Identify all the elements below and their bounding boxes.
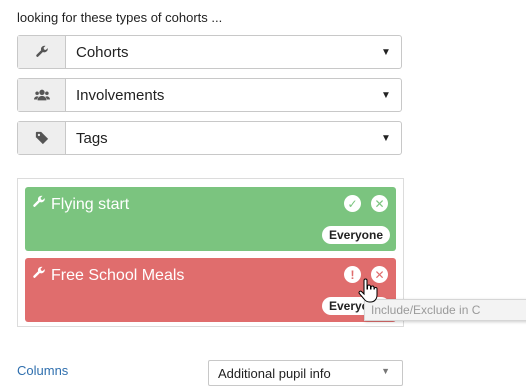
wrench-icon bbox=[18, 36, 66, 68]
wrench-icon bbox=[32, 195, 46, 214]
everyone-badge[interactable]: Everyone bbox=[321, 226, 390, 244]
check-icon[interactable]: ✓ bbox=[344, 195, 361, 212]
cohort-name: Flying start bbox=[51, 195, 130, 213]
select-label: Cohorts bbox=[76, 43, 129, 61]
caret-down-icon: ▼ bbox=[381, 89, 391, 101]
columns-label: Columns bbox=[17, 363, 69, 378]
select-label: Tags bbox=[76, 129, 108, 147]
cohort-title: Flying start bbox=[32, 195, 129, 214]
cohorts-select[interactable]: Cohorts ▼ bbox=[17, 35, 402, 69]
involvements-select[interactable]: Involvements ▼ bbox=[17, 78, 402, 112]
caret-down-icon: ▼ bbox=[381, 132, 391, 144]
caret-down-icon: ▼ bbox=[381, 366, 390, 376]
tag-icon bbox=[18, 122, 66, 154]
cohort-card-free-school-meals: Free School Meals ! ✕ Everyone bbox=[25, 258, 396, 322]
hand-cursor-icon bbox=[358, 278, 378, 303]
close-icon[interactable]: ✕ bbox=[371, 195, 388, 212]
select-label: Involvements bbox=[76, 86, 165, 104]
users-icon bbox=[18, 79, 66, 111]
cohort-card-flying-start: Flying start ✓ ✕ Everyone bbox=[25, 187, 396, 251]
selected-cohorts-panel: Flying start ✓ ✕ Everyone Free School Me… bbox=[17, 178, 404, 327]
cohort-name: Free School Meals bbox=[51, 266, 185, 284]
caret-down-icon: ▼ bbox=[381, 46, 391, 58]
tags-select[interactable]: Tags ▼ bbox=[17, 121, 402, 155]
wrench-icon bbox=[32, 266, 46, 285]
tooltip: Include/Exclude in C bbox=[364, 299, 526, 321]
section-heading: looking for these types of cohorts ... bbox=[17, 10, 223, 25]
columns-selected-value: Additional pupil info bbox=[218, 365, 331, 381]
cohort-title: Free School Meals bbox=[32, 266, 184, 285]
columns-select[interactable]: Additional pupil info ▼ bbox=[208, 360, 403, 386]
